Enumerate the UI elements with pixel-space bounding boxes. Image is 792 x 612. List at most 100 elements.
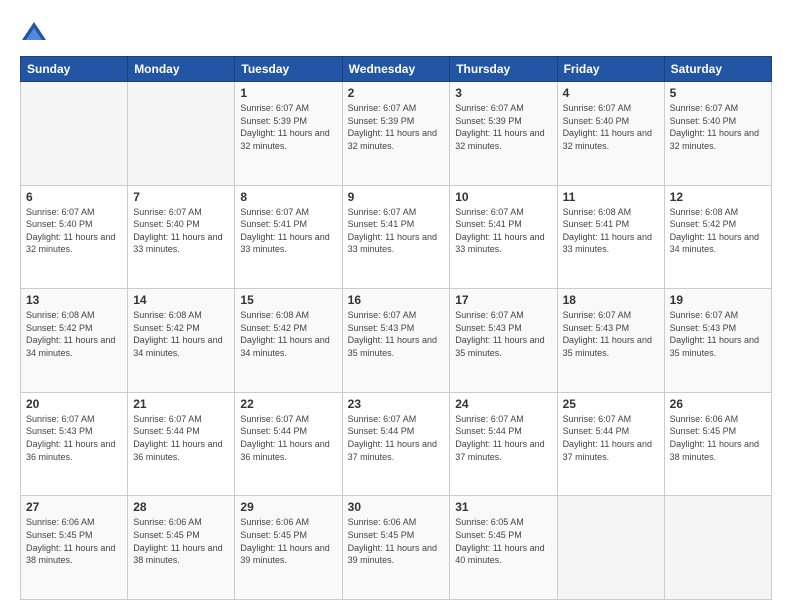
day-number: 6 xyxy=(26,190,122,204)
calendar-cell xyxy=(557,496,664,600)
calendar-cell: 28 Sunrise: 6:06 AMSunset: 5:45 PMDayligh… xyxy=(128,496,235,600)
day-info: Sunrise: 6:08 AMSunset: 5:42 PMDaylight:… xyxy=(670,206,766,256)
weekday-saturday: Saturday xyxy=(664,57,771,82)
calendar-cell: 21Sunrise: 6:07 AMSunset: 5:44 PMDayligh… xyxy=(128,392,235,496)
logo-icon xyxy=(20,18,48,46)
week-row-2: 6 Sunrise: 6:07 AMSunset: 5:40 PMDaylight… xyxy=(21,185,772,289)
weekday-wednesday: Wednesday xyxy=(342,57,450,82)
day-info: Sunrise: 6:07 AMSunset: 5:39 PMDaylight:… xyxy=(348,102,445,152)
calendar-body: 1Sunrise: 6:07 AMSunset: 5:39 PMDaylight… xyxy=(21,82,772,600)
day-number: 20 xyxy=(26,397,122,411)
calendar-cell xyxy=(664,496,771,600)
day-number: 10 xyxy=(455,190,551,204)
day-number: 14 xyxy=(133,293,229,307)
calendar-cell: 6 Sunrise: 6:07 AMSunset: 5:40 PMDaylight… xyxy=(21,185,128,289)
weekday-sunday: Sunday xyxy=(21,57,128,82)
calendar-cell xyxy=(21,82,128,186)
day-info: Sunrise: 6:07 AMSunset: 5:39 PMDaylight:… xyxy=(240,102,336,152)
day-info: Sunrise: 6:06 AMSunset: 5:45 PMDaylight:… xyxy=(133,516,229,566)
day-number: 24 xyxy=(455,397,551,411)
day-info: Sunrise: 6:07 AMSunset: 5:43 PMDaylight:… xyxy=(670,309,766,359)
day-info: Sunrise: 6:07 AMSunset: 5:39 PMDaylight:… xyxy=(455,102,551,152)
day-number: 4 xyxy=(563,86,659,100)
day-info: Sunrise: 6:08 AMSunset: 5:42 PMDaylight:… xyxy=(240,309,336,359)
day-info: Sunrise: 6:06 AMSunset: 5:45 PMDaylight:… xyxy=(670,413,766,463)
day-info: Sunrise: 6:07 AMSunset: 5:44 PMDaylight:… xyxy=(348,413,445,463)
calendar-cell: 27Sunrise: 6:06 AMSunset: 5:45 PMDayligh… xyxy=(21,496,128,600)
day-info: Sunrise: 6:08 AMSunset: 5:42 PMDaylight:… xyxy=(26,309,122,359)
day-info: Sunrise: 6:08 AMSunset: 5:42 PMDaylight:… xyxy=(133,309,229,359)
calendar: SundayMondayTuesdayWednesdayThursdayFrid… xyxy=(20,56,772,600)
calendar-header: SundayMondayTuesdayWednesdayThursdayFrid… xyxy=(21,57,772,82)
day-info: Sunrise: 6:07 AMSunset: 5:41 PMDaylight:… xyxy=(348,206,445,256)
day-number: 21 xyxy=(133,397,229,411)
day-number: 7 xyxy=(133,190,229,204)
day-number: 3 xyxy=(455,86,551,100)
calendar-cell: 25 Sunrise: 6:07 AMSunset: 5:44 PMDayligh… xyxy=(557,392,664,496)
weekday-tuesday: Tuesday xyxy=(235,57,342,82)
calendar-cell xyxy=(128,82,235,186)
day-info: Sunrise: 6:07 AMSunset: 5:40 PMDaylight:… xyxy=(133,206,229,256)
day-info: Sunrise: 6:06 AMSunset: 5:45 PMDaylight:… xyxy=(26,516,122,566)
weekday-thursday: Thursday xyxy=(450,57,557,82)
day-info: Sunrise: 6:07 AMSunset: 5:43 PMDaylight:… xyxy=(26,413,122,463)
day-number: 22 xyxy=(240,397,336,411)
calendar-cell: 7 Sunrise: 6:07 AMSunset: 5:40 PMDaylight… xyxy=(128,185,235,289)
day-info: Sunrise: 6:07 AMSunset: 5:44 PMDaylight:… xyxy=(240,413,336,463)
day-number: 8 xyxy=(240,190,336,204)
day-number: 28 xyxy=(133,500,229,514)
day-number: 19 xyxy=(670,293,766,307)
calendar-cell: 4 Sunrise: 6:07 AMSunset: 5:40 PMDaylight… xyxy=(557,82,664,186)
day-number: 12 xyxy=(670,190,766,204)
day-number: 29 xyxy=(240,500,336,514)
calendar-cell: 22 Sunrise: 6:07 AMSunset: 5:44 PMDayligh… xyxy=(235,392,342,496)
day-info: Sunrise: 6:07 AMSunset: 5:40 PMDaylight:… xyxy=(26,206,122,256)
header xyxy=(20,18,772,46)
day-number: 9 xyxy=(348,190,445,204)
day-info: Sunrise: 6:07 AMSunset: 5:44 PMDaylight:… xyxy=(455,413,551,463)
day-number: 13 xyxy=(26,293,122,307)
calendar-cell: 9 Sunrise: 6:07 AMSunset: 5:41 PMDaylight… xyxy=(342,185,450,289)
calendar-cell: 2 Sunrise: 6:07 AMSunset: 5:39 PMDaylight… xyxy=(342,82,450,186)
day-number: 16 xyxy=(348,293,445,307)
day-info: Sunrise: 6:07 AMSunset: 5:40 PMDaylight:… xyxy=(670,102,766,152)
calendar-cell: 19 Sunrise: 6:07 AMSunset: 5:43 PMDayligh… xyxy=(664,289,771,393)
day-info: Sunrise: 6:07 AMSunset: 5:40 PMDaylight:… xyxy=(563,102,659,152)
weekday-friday: Friday xyxy=(557,57,664,82)
day-number: 25 xyxy=(563,397,659,411)
calendar-cell: 13 Sunrise: 6:08 AMSunset: 5:42 PMDayligh… xyxy=(21,289,128,393)
logo xyxy=(20,18,52,46)
calendar-cell: 17 Sunrise: 6:07 AMSunset: 5:43 PMDayligh… xyxy=(450,289,557,393)
calendar-cell: 31Sunrise: 6:05 AMSunset: 5:45 PMDayligh… xyxy=(450,496,557,600)
day-number: 2 xyxy=(348,86,445,100)
day-number: 31 xyxy=(455,500,551,514)
week-row-1: 1Sunrise: 6:07 AMSunset: 5:39 PMDaylight… xyxy=(21,82,772,186)
calendar-cell: 10 Sunrise: 6:07 AMSunset: 5:41 PMDayligh… xyxy=(450,185,557,289)
calendar-cell: 24 Sunrise: 6:07 AMSunset: 5:44 PMDayligh… xyxy=(450,392,557,496)
day-info: Sunrise: 6:08 AMSunset: 5:41 PMDaylight:… xyxy=(563,206,659,256)
day-number: 11 xyxy=(563,190,659,204)
page: SundayMondayTuesdayWednesdayThursdayFrid… xyxy=(0,0,792,612)
day-number: 30 xyxy=(348,500,445,514)
calendar-cell: 11 Sunrise: 6:08 AMSunset: 5:41 PMDayligh… xyxy=(557,185,664,289)
day-info: Sunrise: 6:07 AMSunset: 5:44 PMDaylight:… xyxy=(563,413,659,463)
calendar-cell: 30Sunrise: 6:06 AMSunset: 5:45 PMDayligh… xyxy=(342,496,450,600)
week-row-4: 20 Sunrise: 6:07 AMSunset: 5:43 PMDayligh… xyxy=(21,392,772,496)
day-info: Sunrise: 6:06 AMSunset: 5:45 PMDaylight:… xyxy=(240,516,336,566)
day-number: 26 xyxy=(670,397,766,411)
day-number: 17 xyxy=(455,293,551,307)
calendar-cell: 15Sunrise: 6:08 AMSunset: 5:42 PMDayligh… xyxy=(235,289,342,393)
week-row-3: 13 Sunrise: 6:08 AMSunset: 5:42 PMDayligh… xyxy=(21,289,772,393)
weekday-monday: Monday xyxy=(128,57,235,82)
day-info: Sunrise: 6:07 AMSunset: 5:41 PMDaylight:… xyxy=(240,206,336,256)
calendar-cell: 14 Sunrise: 6:08 AMSunset: 5:42 PMDayligh… xyxy=(128,289,235,393)
calendar-cell: 8 Sunrise: 6:07 AMSunset: 5:41 PMDaylight… xyxy=(235,185,342,289)
day-number: 5 xyxy=(670,86,766,100)
day-info: Sunrise: 6:07 AMSunset: 5:41 PMDaylight:… xyxy=(455,206,551,256)
calendar-cell: 3 Sunrise: 6:07 AMSunset: 5:39 PMDaylight… xyxy=(450,82,557,186)
day-info: Sunrise: 6:07 AMSunset: 5:43 PMDaylight:… xyxy=(348,309,445,359)
day-number: 18 xyxy=(563,293,659,307)
calendar-cell: 26 Sunrise: 6:06 AMSunset: 5:45 PMDayligh… xyxy=(664,392,771,496)
day-info: Sunrise: 6:07 AMSunset: 5:43 PMDaylight:… xyxy=(455,309,551,359)
day-info: Sunrise: 6:07 AMSunset: 5:43 PMDaylight:… xyxy=(563,309,659,359)
